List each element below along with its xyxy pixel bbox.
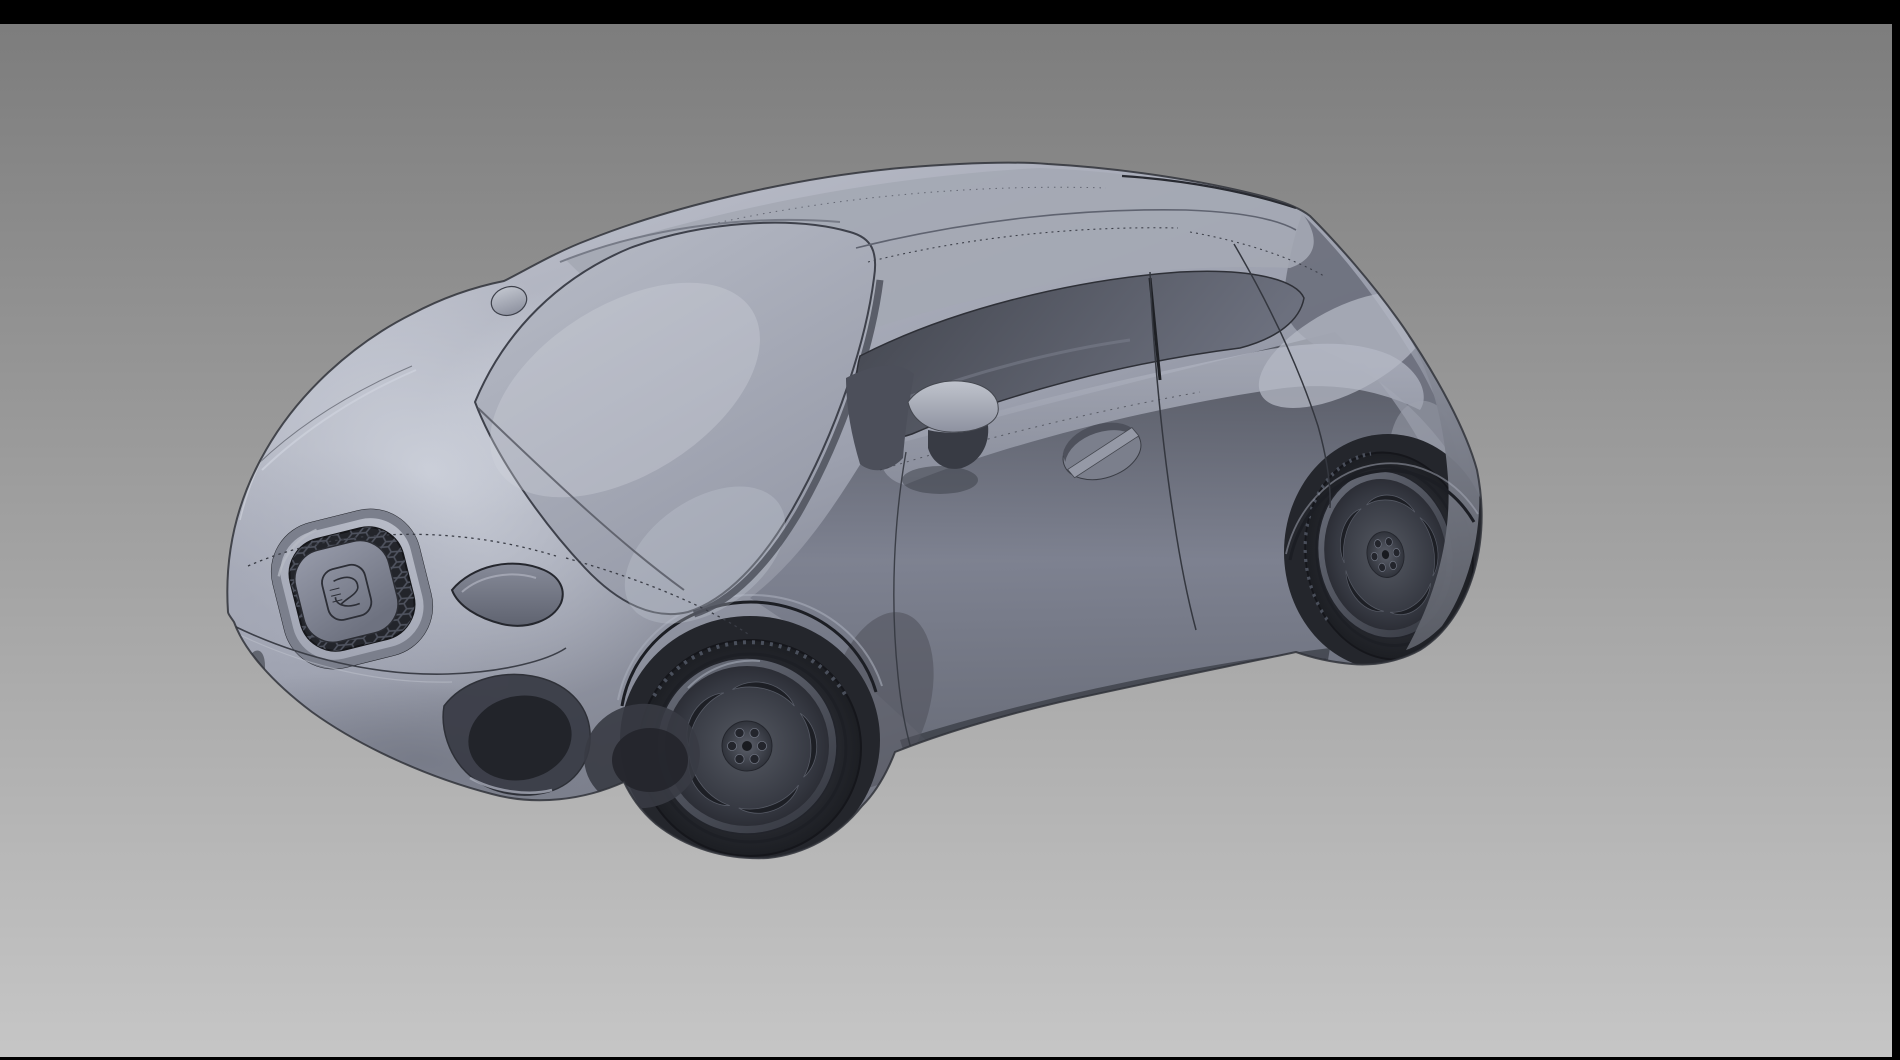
top-black-bar [0,0,1900,24]
cad-application-window [0,0,1900,1060]
viewport-scene [0,0,1900,1060]
right-black-bar [1892,0,1900,1060]
